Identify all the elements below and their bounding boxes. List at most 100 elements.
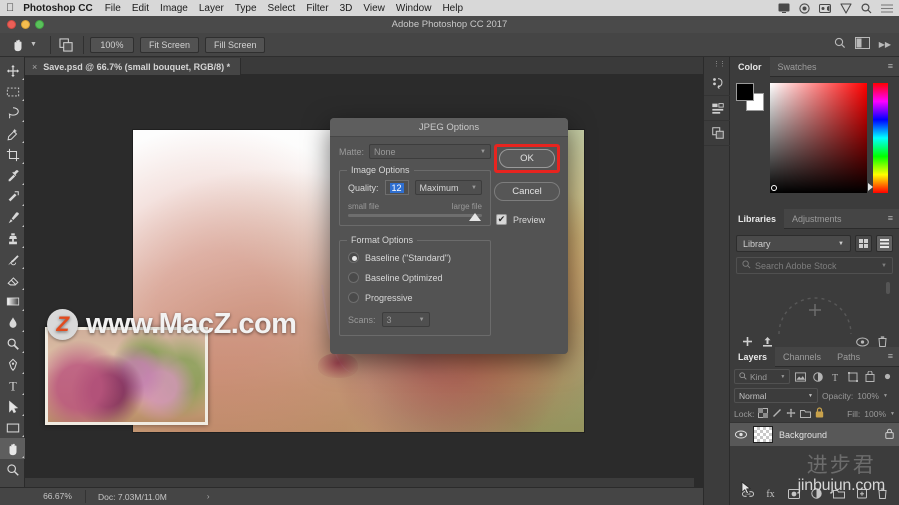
lock-artboard-icon[interactable] <box>800 408 811 420</box>
menu-item-image[interactable]: Image <box>160 3 188 14</box>
matte-select[interactable]: None ▼ <box>369 144 491 159</box>
library-select[interactable]: Library ▼ <box>736 235 851 252</box>
blend-mode-select[interactable]: Normal ▼ <box>734 388 818 403</box>
hand-tool[interactable] <box>0 438 25 459</box>
color-field-picker[interactable] <box>770 83 867 193</box>
type-tool[interactable]: T <box>0 375 25 396</box>
scans-select[interactable]: 3 ▼ <box>382 312 430 327</box>
rectangular-marquee-tool[interactable] <box>0 81 25 102</box>
add-layer-mask-icon[interactable] <box>788 486 800 504</box>
quality-preset-select[interactable]: Maximum ▼ <box>415 180 482 195</box>
blur-tool[interactable] <box>0 312 25 333</box>
eraser-tool[interactable] <box>0 270 25 291</box>
layer-filter-kind-select[interactable]: Kind ▼ <box>734 369 790 384</box>
menu-item-edit[interactable]: Edit <box>132 3 149 14</box>
rail-grip-icon[interactable]: ⋮⋮ <box>713 60 725 68</box>
menu-item-help[interactable]: Help <box>442 3 463 14</box>
tab-adjustments[interactable]: Adjustments <box>784 209 850 229</box>
preview-checkbox[interactable]: ✔ <box>496 214 507 225</box>
quick-selection-tool[interactable] <box>0 123 25 144</box>
fit-screen-button[interactable]: Fit Screen <box>140 37 199 53</box>
new-layer-icon[interactable] <box>857 486 867 504</box>
format-option-baseline-optimized[interactable]: Baseline Optimized <box>348 272 482 283</box>
menu-item-file[interactable]: File <box>105 3 121 14</box>
lasso-tool[interactable] <box>0 102 25 123</box>
tab-color[interactable]: Color <box>730 57 770 77</box>
list-view-icon[interactable] <box>876 235 893 252</box>
hue-slider[interactable] <box>873 83 888 193</box>
new-adjustment-layer-icon[interactable] <box>811 486 822 504</box>
filter-toggle-icon[interactable] <box>881 369 895 384</box>
document-tab[interactable]: × Save.psd @ 66.7% (small bouquet, RGB/8… <box>25 58 241 76</box>
lock-transparency-icon[interactable] <box>758 408 768 420</box>
delete-layer-icon[interactable] <box>878 486 887 504</box>
dodge-tool[interactable] <box>0 333 25 354</box>
chevron-down-icon[interactable]: ▼ <box>881 263 887 269</box>
hand-tool-icon[interactable] <box>8 35 28 55</box>
path-selection-tool[interactable] <box>0 396 25 417</box>
color-picker-marker[interactable] <box>771 185 777 191</box>
format-option-baseline-standard[interactable]: Baseline ("Standard") <box>348 252 482 263</box>
history-brush-tool[interactable] <box>0 249 25 270</box>
format-option-progressive[interactable]: Progressive <box>348 292 482 303</box>
quality-input[interactable]: 12 <box>385 180 409 195</box>
layer-name[interactable]: Background <box>779 430 879 440</box>
pen-tool[interactable] <box>0 354 25 375</box>
radio-baseline-optimized[interactable] <box>348 272 359 283</box>
tab-paths[interactable]: Paths <box>829 347 868 367</box>
filter-adjustment-icon[interactable] <box>811 369 825 384</box>
screen-record-icon[interactable] <box>819 4 831 13</box>
properties-panel-icon[interactable] <box>704 96 731 121</box>
layer-style-icon[interactable]: fx <box>765 486 776 504</box>
quality-slider[interactable] <box>348 214 482 217</box>
menu-item-type[interactable]: Type <box>235 3 257 14</box>
fill-screen-button[interactable]: Fill Screen <box>205 37 266 53</box>
adobe-stock-search-input[interactable]: Search Adobe Stock ▼ <box>736 257 893 274</box>
quality-slider-handle[interactable] <box>469 213 481 221</box>
table-row[interactable]: Background <box>730 423 899 446</box>
color-panel-menu-icon[interactable]: ≡ <box>888 62 893 71</box>
zoom-level-field[interactable]: 100% <box>90 37 134 53</box>
filter-shape-icon[interactable] <box>846 369 860 384</box>
tab-swatches[interactable]: Swatches <box>770 57 825 77</box>
spotlight-search-icon[interactable] <box>861 3 872 14</box>
radio-progressive[interactable] <box>348 292 359 303</box>
opacity-value[interactable]: 100% <box>857 391 879 401</box>
lock-icon[interactable] <box>885 426 894 444</box>
foreground-color-swatch[interactable] <box>736 83 754 101</box>
menu-item-3d[interactable]: 3D <box>340 3 353 14</box>
panel-collapse-chevron-icon[interactable]: ▶▶ <box>879 40 891 49</box>
spot-healing-brush-tool[interactable] <box>0 186 25 207</box>
status-expand-chevron-icon[interactable]: › <box>207 492 210 501</box>
menu-item-window[interactable]: Window <box>396 3 432 14</box>
filter-type-icon[interactable]: T <box>828 369 842 384</box>
canvas-horizontal-scrollbar[interactable] <box>25 478 694 487</box>
apple-logo-icon[interactable]:  <box>6 3 14 14</box>
preview-checkbox-row[interactable]: ✔ Preview <box>494 214 560 225</box>
grid-view-icon[interactable] <box>855 235 872 252</box>
fill-value[interactable]: 100% <box>864 409 886 419</box>
tab-layers[interactable]: Layers <box>730 347 775 367</box>
menu-item-layer[interactable]: Layer <box>199 3 224 14</box>
search-icon[interactable] <box>834 36 846 54</box>
lock-image-icon[interactable] <box>772 408 782 420</box>
new-group-icon[interactable] <box>833 486 845 504</box>
eyedropper-tool[interactable] <box>0 165 25 186</box>
clone-stamp-tool[interactable] <box>0 228 25 249</box>
lock-position-icon[interactable] <box>786 408 796 420</box>
menu-item-filter[interactable]: Filter <box>306 3 328 14</box>
hue-slider-marker[interactable] <box>868 183 873 191</box>
layers-panel-menu-icon[interactable]: ≡ <box>888 352 893 361</box>
cancel-button[interactable]: Cancel <box>494 182 560 201</box>
arrange-documents-icon[interactable] <box>57 35 77 55</box>
menu-item-select[interactable]: Select <box>268 3 296 14</box>
chevron-down-icon[interactable]: ▼ <box>883 393 888 399</box>
rectangle-tool[interactable] <box>0 417 25 438</box>
brush-tool[interactable] <box>0 207 25 228</box>
lock-all-icon[interactable] <box>815 407 824 420</box>
checkerboard-thumbnail[interactable] <box>753 426 773 443</box>
close-icon[interactable]: × <box>32 62 37 72</box>
move-tool[interactable] <box>0 60 25 81</box>
dropbox-icon[interactable] <box>799 3 810 14</box>
shield-icon[interactable] <box>840 3 852 14</box>
